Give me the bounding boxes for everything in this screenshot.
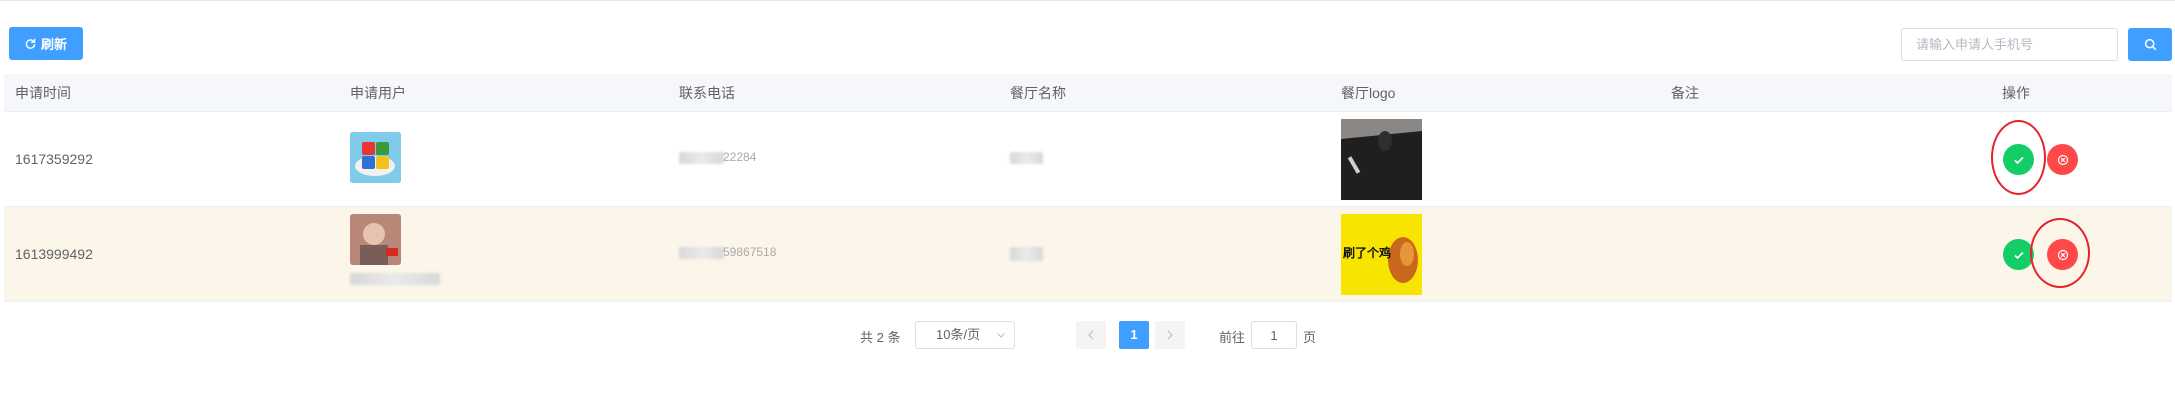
column-header-actions: 操作 xyxy=(2002,85,2030,101)
table-row: 1617359292 22284 xyxy=(4,112,2172,207)
table-row: 1613999492 59867518 刷了个鸡 xyxy=(4,207,2172,302)
phone-redaction xyxy=(679,152,724,164)
goto-suffix: 页 xyxy=(1303,330,1317,345)
reject-button[interactable] xyxy=(2047,144,2078,175)
goto-page-input[interactable] xyxy=(1251,321,1297,349)
column-header-user: 申请用户 xyxy=(350,85,406,101)
annotation-circle xyxy=(2030,218,2090,288)
apply-time: 1617359292 xyxy=(15,151,93,167)
phone-redaction xyxy=(679,247,724,259)
chevron-right-icon xyxy=(1167,330,1173,340)
phone-search-input[interactable] xyxy=(1901,28,2118,61)
next-page-button[interactable] xyxy=(1155,321,1185,349)
restaurant-logo-text: 刷了个鸡 xyxy=(1343,246,1392,260)
restaurant-name-redacted xyxy=(1010,247,1043,261)
apply-time: 1613999492 xyxy=(15,246,93,262)
refresh-label: 刷新 xyxy=(40,37,67,52)
check-icon xyxy=(2013,251,2024,259)
search-button[interactable] xyxy=(2128,28,2172,61)
page-number-button[interactable]: 1 xyxy=(1119,321,1149,349)
chevron-left-icon xyxy=(1088,330,1094,340)
column-header-time: 申请时间 xyxy=(15,85,71,101)
phone-number: 22284 xyxy=(723,150,757,164)
chevron-down-icon xyxy=(997,333,1005,338)
user-avatar xyxy=(350,214,401,265)
column-header-restaurant-logo: 餐厅logo xyxy=(1341,85,1396,101)
restaurant-name-redacted xyxy=(1010,152,1043,164)
column-header-remark: 备注 xyxy=(1671,85,1699,101)
table-header: 申请时间 申请用户 联系电话 餐厅名称 餐厅logo 备注 操作 xyxy=(4,74,2172,112)
phone-number: 59867518 xyxy=(723,245,777,259)
total-count: 共 2 条 xyxy=(860,330,901,345)
annotation-circle xyxy=(1991,120,2046,195)
restaurant-logo-image: 刷了个鸡 xyxy=(1341,214,1422,295)
user-avatar xyxy=(350,132,401,183)
application-review-page: 刷新 申请时间 申请用户 联系电话 餐厅名称 餐厅logo 备注 操作 1617… xyxy=(0,0,2175,403)
column-header-phone: 联系电话 xyxy=(679,85,735,101)
restaurant-logo-image xyxy=(1341,119,1422,200)
page-size-select[interactable]: 10条/页 xyxy=(915,321,1015,349)
column-header-restaurant-name: 餐厅名称 xyxy=(1010,85,1066,101)
user-name-redacted xyxy=(350,273,440,285)
pagination: 共 2 条 10条/页 1 前往 页 xyxy=(0,321,2175,349)
refresh-icon xyxy=(25,38,36,49)
prev-page-button[interactable] xyxy=(1076,321,1106,349)
goto-label: 前往 xyxy=(1219,330,1246,345)
close-circle-icon xyxy=(2057,154,2068,165)
refresh-button[interactable]: 刷新 xyxy=(9,27,83,60)
page-size-value: 10条/页 xyxy=(936,327,981,342)
search-icon xyxy=(2144,38,2156,51)
applications-table: 申请时间 申请用户 联系电话 餐厅名称 餐厅logo 备注 操作 1617359… xyxy=(4,74,2172,302)
